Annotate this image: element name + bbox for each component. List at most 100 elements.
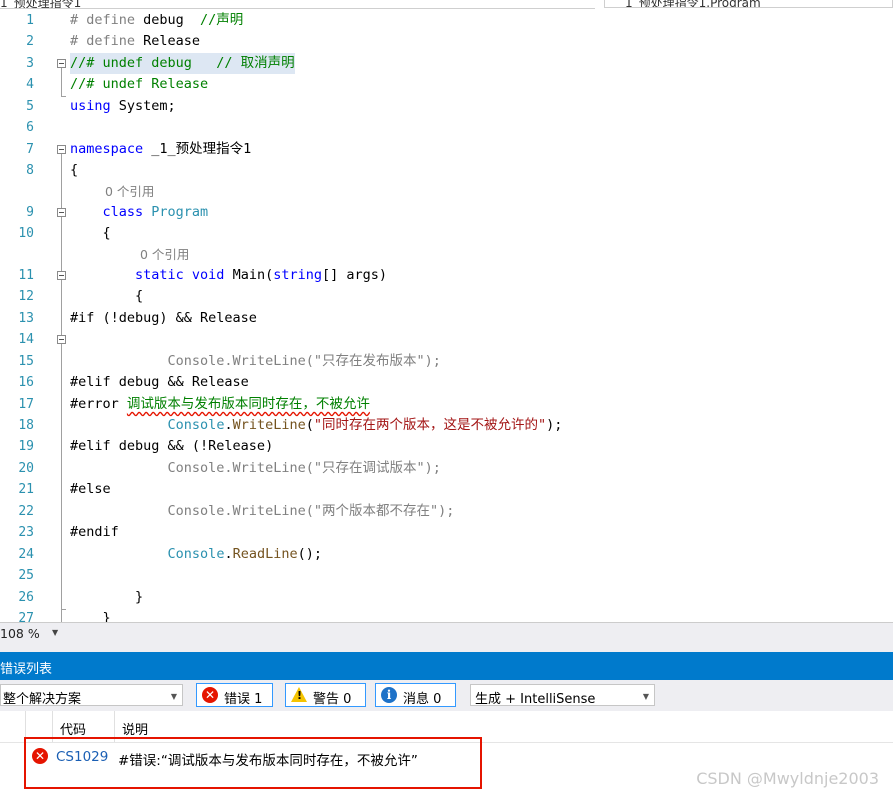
code-line-23: #endif xyxy=(70,524,119,540)
scope-value: 整个解决方案 xyxy=(3,692,82,707)
code-line-12: { xyxy=(70,288,144,304)
keyword-token: using xyxy=(70,98,111,114)
identifier-token: System; xyxy=(110,98,176,114)
keyword-token: string xyxy=(273,267,322,283)
code-editor[interactable]: 1 2 3 4 5 6 7 8 9 10 11 12 13 14 15 16 1… xyxy=(0,9,893,622)
punct-token: ( xyxy=(305,417,314,433)
error-code-link[interactable]: CS1029 xyxy=(56,749,108,765)
punct-token: . xyxy=(224,546,233,562)
code-line-5: using System; xyxy=(70,96,176,117)
code-line-7: namespace _1_预处理指令1 xyxy=(70,139,251,160)
error-list-toolbar: 整个解决方案 ▼ ✕ 错误 1 警告 0 i 消息 0 生成 + Intelli… xyxy=(0,680,893,711)
error-icon: ✕ xyxy=(202,687,218,703)
chevron-down-icon: ▼ xyxy=(52,628,59,637)
messages-filter-label: 消息 0 xyxy=(403,692,442,707)
error-description: #错误:“调试版本与发布版本同时存在，不被允许” xyxy=(118,753,418,769)
code-lens-references[interactable]: 0 个引用 xyxy=(140,244,189,265)
code-lens-references[interactable]: 0 个引用 xyxy=(105,181,154,202)
method-token: WriteLine xyxy=(232,417,306,433)
warnings-filter-button[interactable]: 警告 0 xyxy=(285,683,366,707)
keyword-token: namespace xyxy=(70,141,144,157)
type-token: Console xyxy=(167,417,225,433)
line-number: 20 xyxy=(18,461,34,476)
line-number: 9 xyxy=(26,205,34,220)
type-token: Program xyxy=(143,204,209,220)
directive-token: # define xyxy=(70,33,144,49)
line-number: 10 xyxy=(18,226,34,241)
code-line-10: { xyxy=(70,225,111,241)
project-dropdown[interactable]: 1_预处理指令1 xyxy=(0,0,595,9)
type-token: Console xyxy=(167,546,225,562)
code-line-26: } xyxy=(70,589,144,605)
column-header-code[interactable]: 代码 xyxy=(60,719,86,738)
code-line-17: #error 调试版本与发布版本同时存在，不被允许 xyxy=(70,394,370,415)
code-line-11: static void Main(string[] args) xyxy=(70,265,387,286)
line-number: 14 xyxy=(18,332,34,347)
project-dropdown-label: 1_预处理指令1 xyxy=(0,0,82,9)
line-number: 2 xyxy=(26,34,34,49)
editor-tab-strip: 1_预处理指令1 _1_预处理指令1.Program xyxy=(0,0,893,9)
member-dropdown[interactable]: _1_预处理指令1.Program xyxy=(604,0,893,8)
identifier-token: [] args) xyxy=(322,267,388,283)
directive-token: # define xyxy=(70,12,144,28)
code-line-18: Console.WriteLine("同时存在两个版本，这是不被允许的"); xyxy=(70,415,563,436)
collapse-directive-icon[interactable] xyxy=(57,335,66,344)
identifier-token: Main( xyxy=(224,267,274,283)
zoom-value: 108 % xyxy=(0,626,40,641)
code-line-21: #else xyxy=(70,481,111,497)
outline-guide xyxy=(61,96,66,97)
warning-icon xyxy=(291,687,307,702)
build-filter-value: 生成 + IntelliSense xyxy=(475,692,596,707)
line-number: 27 xyxy=(18,611,34,622)
line-number: 26 xyxy=(18,590,34,605)
line-number: 4 xyxy=(26,77,34,92)
watermark: CSDN @Mwyldnje2003 xyxy=(696,769,879,788)
line-number: 7 xyxy=(26,142,34,157)
identifier-token: Release xyxy=(143,33,201,49)
info-icon: i xyxy=(381,687,397,703)
chevron-down-icon: ▼ xyxy=(170,692,177,701)
panel-splitter[interactable] xyxy=(0,644,893,652)
column-header-description[interactable]: 说明 xyxy=(122,719,148,738)
code-line-8: { xyxy=(70,162,79,178)
collapse-method-icon[interactable] xyxy=(57,271,66,280)
messages-filter-button[interactable]: i 消息 0 xyxy=(375,683,456,707)
line-number: 23 xyxy=(18,525,34,540)
line-number: 13 xyxy=(18,311,34,326)
chevron-down-icon: ▼ xyxy=(642,692,649,701)
code-line-3: //# undef debug // 取消声明 xyxy=(70,53,295,74)
identifier-token: debug xyxy=(143,12,184,28)
error-message-token[interactable]: 调试版本与发布版本同时存在，不被允许 xyxy=(127,396,370,412)
collapse-namespace-icon[interactable] xyxy=(57,145,66,154)
error-row[interactable]: ✕ CS1029 #错误:“调试版本与发布版本同时存在，不被允许” xyxy=(24,737,482,789)
line-number: 8 xyxy=(26,163,34,178)
line-number: 16 xyxy=(18,375,34,390)
punct-token: ); xyxy=(546,417,563,433)
outline-guide xyxy=(61,609,66,610)
zoom-dropdown[interactable]: 108 % ▼ xyxy=(0,625,62,643)
code-line-20: Console.WriteLine("只存在调试版本"); xyxy=(70,460,441,476)
scope-dropdown[interactable]: 整个解决方案 ▼ xyxy=(0,684,183,707)
line-number: 6 xyxy=(26,120,34,135)
punct-token: (); xyxy=(297,546,323,562)
errors-filter-button[interactable]: ✕ 错误 1 xyxy=(196,683,273,707)
line-number: 3 xyxy=(26,56,34,71)
collapse-region-icon[interactable] xyxy=(57,59,66,68)
line-number: 5 xyxy=(26,99,34,114)
error-icon: ✕ xyxy=(32,748,48,764)
line-number: 19 xyxy=(18,439,34,454)
collapse-class-icon[interactable] xyxy=(57,208,66,217)
panel-title: 错误列表 xyxy=(0,662,53,677)
code-line-13: #if (!debug) && Release xyxy=(70,310,257,326)
error-list-title-bar[interactable]: 错误列表 xyxy=(0,652,893,680)
code-line-9: class Program xyxy=(70,202,209,223)
string-token: "同时存在两个版本，这是不被允许的" xyxy=(313,417,547,433)
code-line-24: Console.ReadLine(); xyxy=(70,544,322,565)
member-dropdown-label: _1_预处理指令1.Program xyxy=(619,0,761,8)
code-line-4: //# undef Release xyxy=(70,76,209,92)
keyword-token: class xyxy=(70,204,144,220)
errors-filter-label: 错误 1 xyxy=(224,692,263,707)
line-number: 1 xyxy=(26,13,34,28)
build-filter-dropdown[interactable]: 生成 + IntelliSense ▼ xyxy=(470,684,655,707)
